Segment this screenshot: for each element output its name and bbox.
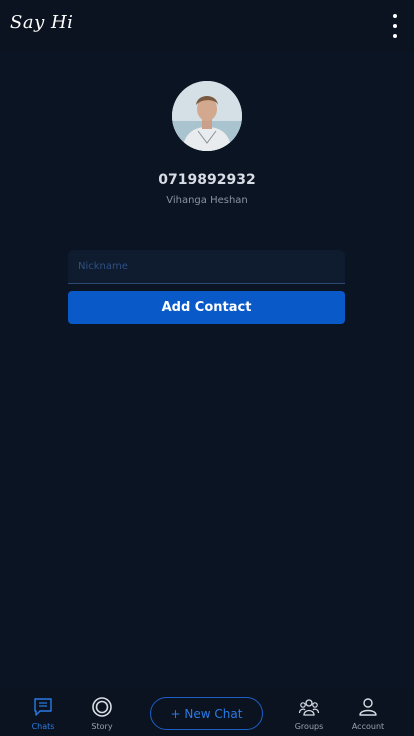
nav-story[interactable]: Story <box>77 696 127 731</box>
app-logo: Say Hi <box>10 12 74 33</box>
nav-groups-label: Groups <box>294 722 324 731</box>
nav-chats[interactable]: Chats <box>18 696 68 731</box>
contact-avatar <box>172 81 242 151</box>
contact-phone: 0719892932 <box>158 172 256 188</box>
bottom-nav: Chats Story + New Chat Groups Account <box>0 688 414 736</box>
nav-groups[interactable]: Groups <box>284 696 334 731</box>
story-circle-icon <box>92 697 112 717</box>
top-bar: Say Hi <box>0 0 414 52</box>
contact-name: Vihanga Heshan <box>166 195 248 206</box>
new-chat-button[interactable]: + New Chat <box>150 697 263 730</box>
more-menu-icon[interactable] <box>390 14 400 38</box>
nav-chats-label: Chats <box>31 722 55 731</box>
nickname-input[interactable] <box>68 250 345 284</box>
nav-story-label: Story <box>91 722 113 731</box>
chat-bubble-icon <box>34 698 52 716</box>
menu-dot <box>393 24 397 28</box>
menu-dot <box>393 34 397 38</box>
nav-account-label: Account <box>351 722 385 731</box>
menu-dot <box>393 14 397 18</box>
nav-account[interactable]: Account <box>343 696 393 731</box>
users-icon <box>298 699 320 716</box>
user-icon <box>359 698 377 716</box>
app-screen: Say Hi 0719892932 Vihanga Heshan Add Con… <box>0 0 414 736</box>
avatar-image <box>172 81 242 151</box>
add-contact-button[interactable]: Add Contact <box>68 291 345 324</box>
